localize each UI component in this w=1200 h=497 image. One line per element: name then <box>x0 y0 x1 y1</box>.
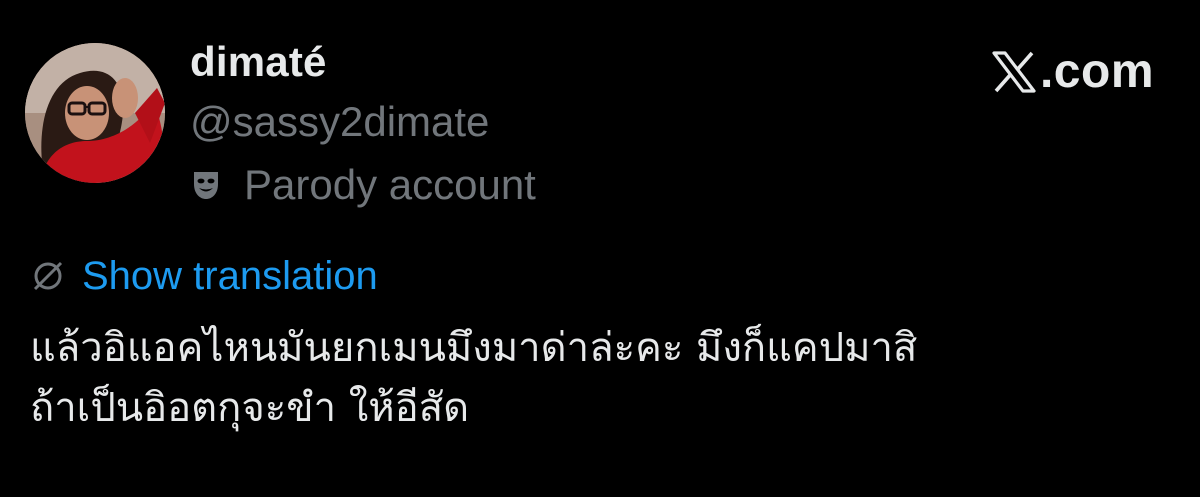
parody-badge: Parody account <box>190 160 536 210</box>
post-card: dimaté @sassy2dimate Parody account .com… <box>0 0 1200 497</box>
avatar[interactable] <box>25 43 165 183</box>
brand-domain-text: .com <box>1039 45 1154 98</box>
post-body: แล้วอิแอคไหนมันยกเมนมึงมาด่าล่ะคะ มึงก็แ… <box>30 318 1180 438</box>
x-logo-icon <box>992 50 1036 93</box>
globe-icon <box>33 261 63 291</box>
author-display-name[interactable]: dimaté <box>190 38 327 86</box>
post-text-line: ถ้าเป็นอิอตกุจะขำ ให้อีสัด <box>30 385 470 431</box>
show-translation-label: Show translation <box>82 253 378 298</box>
parody-account-label: Parody account <box>244 161 536 208</box>
x-brand[interactable]: .com <box>992 44 1154 99</box>
theater-mask-icon <box>194 172 218 199</box>
author-handle[interactable]: @sassy2dimate <box>190 98 489 146</box>
show-translation-button[interactable]: Show translation <box>30 250 378 302</box>
avatar-photo <box>25 43 165 183</box>
post-text-line: แล้วอิแอคไหนมันยกเมนมึงมาด่าล่ะคะ มึงก็แ… <box>30 325 918 371</box>
